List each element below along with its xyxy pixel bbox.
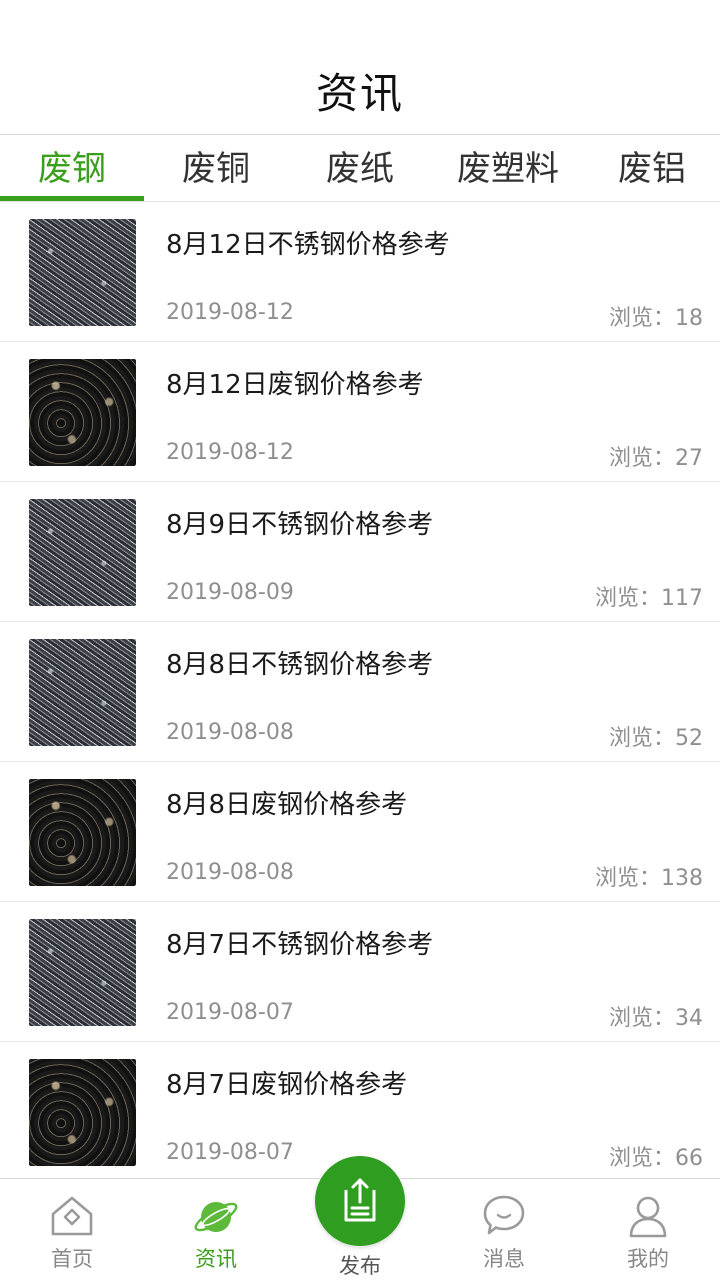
user-icon xyxy=(629,1196,667,1238)
page-title: 资讯 xyxy=(315,69,404,118)
nav-mine-label: 我的 xyxy=(627,1247,669,1271)
list-item[interactable]: 8月7日不锈钢价格参考 2019-08-07 浏览：34 xyxy=(0,902,720,1042)
article-thumbnail xyxy=(29,779,136,886)
article-views: 浏览：34 xyxy=(609,1006,703,1031)
article-views: 浏览：18 xyxy=(609,306,703,331)
chat-bubble-icon xyxy=(483,1195,525,1235)
home-icon xyxy=(51,1196,93,1236)
article-date: 2019-08-08 xyxy=(166,720,294,745)
article-date: 2019-08-12 xyxy=(166,440,294,465)
tab-scrap-plastic[interactable]: 废塑料 xyxy=(432,136,584,202)
list-item[interactable]: 8月12日废钢价格参考 2019-08-12 浏览：27 xyxy=(0,342,720,482)
list-item[interactable]: 8月9日不锈钢价格参考 2019-08-09 浏览：117 xyxy=(0,482,720,622)
nav-messages[interactable]: 消息 xyxy=(432,1179,576,1280)
publish-label: 发布 xyxy=(339,1254,381,1278)
article-thumbnail xyxy=(29,639,136,746)
article-title: 8月12日废钢价格参考 xyxy=(166,370,424,400)
article-date: 2019-08-12 xyxy=(166,300,294,325)
article-title: 8月12日不锈钢价格参考 xyxy=(166,230,450,260)
article-date: 2019-08-07 xyxy=(166,1000,294,1025)
nav-mine[interactable]: 我的 xyxy=(576,1179,720,1280)
planet-icon xyxy=(194,1202,238,1232)
article-views: 浏览：52 xyxy=(609,726,703,751)
article-date: 2019-08-07 xyxy=(166,1140,294,1165)
article-views: 浏览：138 xyxy=(595,866,703,891)
list-item[interactable]: 8月8日废钢价格参考 2019-08-08 浏览：138 xyxy=(0,762,720,902)
article-thumbnail xyxy=(29,499,136,606)
tab-scrap-steel[interactable]: 废钢 xyxy=(0,136,144,202)
article-title: 8月7日不锈钢价格参考 xyxy=(166,930,434,960)
article-date: 2019-08-08 xyxy=(166,860,294,885)
article-thumbnail xyxy=(29,219,136,326)
list-item[interactable]: 8月8日不锈钢价格参考 2019-08-08 浏览：52 xyxy=(0,622,720,762)
tab-scrap-copper[interactable]: 废铜 xyxy=(144,136,288,202)
article-thumbnail xyxy=(29,919,136,1026)
tab-scrap-aluminum[interactable]: 废铝 xyxy=(584,136,720,202)
article-thumbnail xyxy=(29,1059,136,1166)
active-tab-indicator xyxy=(0,196,144,201)
list-item[interactable]: 8月12日不锈钢价格参考 2019-08-12 浏览：18 xyxy=(0,202,720,342)
article-title: 8月8日不锈钢价格参考 xyxy=(166,650,434,680)
article-views: 浏览：66 xyxy=(609,1146,703,1171)
nav-news[interactable]: 资讯 xyxy=(144,1179,288,1280)
article-views: 浏览：117 xyxy=(595,586,703,611)
category-tabs: 废钢 废铜 废纸 废塑料 废铝 xyxy=(0,136,720,202)
tab-scrap-paper[interactable]: 废纸 xyxy=(288,136,432,202)
publish-button[interactable] xyxy=(315,1156,405,1246)
nav-home[interactable]: 首页 xyxy=(0,1179,144,1280)
nav-home-label: 首页 xyxy=(51,1247,93,1271)
article-thumbnail xyxy=(29,359,136,466)
article-title: 8月8日废钢价格参考 xyxy=(166,790,408,820)
header-bar: 资讯 xyxy=(0,0,720,135)
article-views: 浏览：27 xyxy=(609,446,703,471)
article-list: 8月12日不锈钢价格参考 2019-08-12 浏览：18 8月12日废钢价格参… xyxy=(0,202,720,1178)
upload-document-icon xyxy=(344,1178,376,1222)
nav-news-label: 资讯 xyxy=(195,1247,237,1271)
article-date: 2019-08-09 xyxy=(166,580,294,605)
article-title: 8月7日废钢价格参考 xyxy=(166,1070,408,1100)
article-title: 8月9日不锈钢价格参考 xyxy=(166,510,434,540)
nav-messages-label: 消息 xyxy=(483,1247,525,1271)
